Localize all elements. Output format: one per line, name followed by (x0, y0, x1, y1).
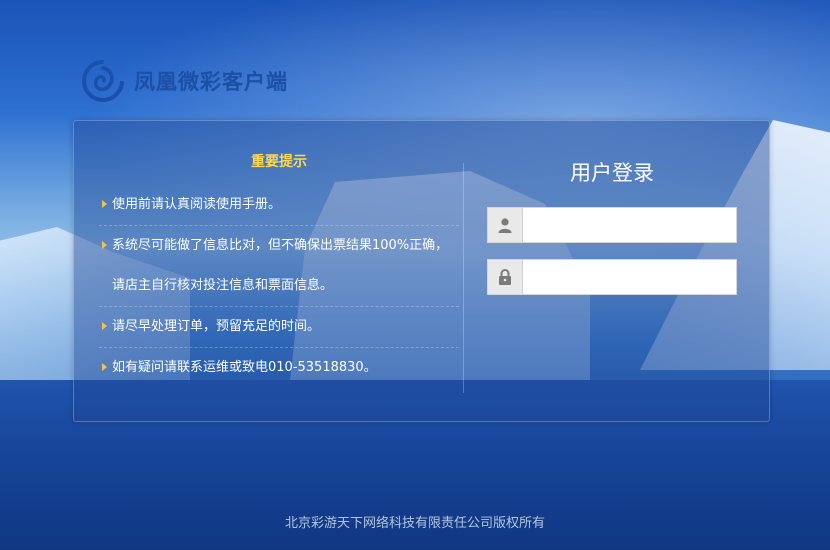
brand-name: 凤凰微彩客户端 (134, 70, 288, 94)
username-input[interactable] (523, 208, 736, 242)
notice-item: 使用前请认真阅读使用手册。 (99, 185, 459, 226)
phoenix-logo-icon (82, 60, 124, 102)
login-section: 用户登录 (487, 151, 737, 311)
password-input[interactable] (523, 260, 736, 294)
notice-title: 重要提示 (251, 154, 307, 170)
triangle-bullet-icon (102, 200, 107, 208)
lock-icon (488, 260, 523, 294)
notice-item: 系统尽可能做了信息比对，但不确保出票结果100%正确， 请店主自行核对投注信息和… (99, 226, 459, 307)
triangle-bullet-icon (102, 241, 107, 249)
main-panel: 重要提示 使用前请认真阅读使用手册。 系统尽可能做了信息比对，但不确保出票结果1… (73, 120, 770, 422)
notice-list: 使用前请认真阅读使用手册。 系统尽可能做了信息比对，但不确保出票结果100%正确… (99, 185, 459, 388)
notice-text: 请尽早处理订单，预留充足的时间。 (112, 319, 321, 334)
notice-text: 系统尽可能做了信息比对，但不确保出票结果100%正确， (112, 238, 449, 253)
notice-item: 请尽早处理订单，预留充足的时间。 (99, 307, 459, 348)
username-field (487, 207, 737, 243)
footer-copyright: 北京彩游天下网络科技有限责任公司版权所有 (284, 516, 545, 531)
panel-divider (463, 163, 464, 393)
notice-text: 使用前请认真阅读使用手册。 (112, 197, 282, 212)
brand-logo: 凤凰微彩客户端 (82, 60, 288, 102)
notice-section: 重要提示 使用前请认真阅读使用手册。 系统尽可能做了信息比对，但不确保出票结果1… (99, 151, 459, 388)
triangle-bullet-icon (102, 322, 107, 330)
notice-item: 如有疑问请联系运维或致电010-53518830。 (99, 348, 459, 388)
user-icon (488, 208, 523, 242)
notice-text: 如有疑问请联系运维或致电010-53518830。 (112, 360, 377, 375)
password-field (487, 259, 737, 295)
login-title: 用户登录 (570, 161, 654, 185)
triangle-bullet-icon (102, 363, 107, 371)
notice-text-continued: 请店主自行核对投注信息和票面信息。 (112, 278, 334, 293)
